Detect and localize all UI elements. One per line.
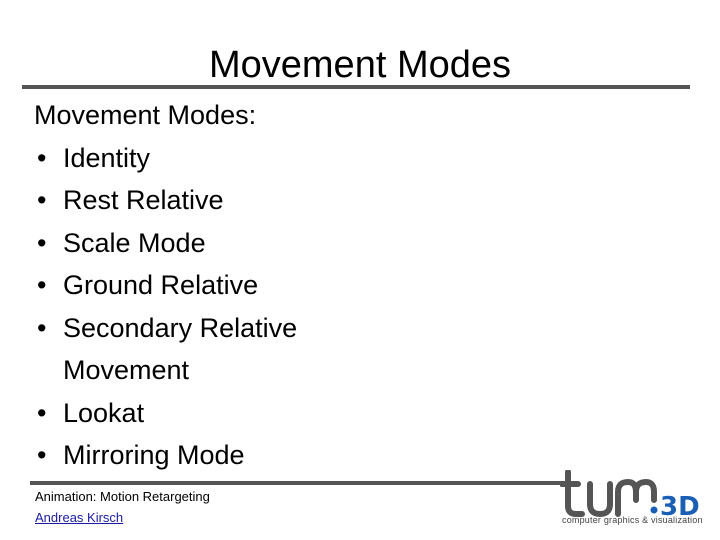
footer-divider [30,481,570,485]
body-heading: Movement Modes: [34,100,257,130]
logo-dot-icon [650,506,658,514]
slide-body: Movement Modes: • Identity • Rest Relative… [34,94,353,477]
footer-course-title: Animation: Motion Retargeting [35,489,210,504]
bullet-icon: • [37,270,47,300]
bullet-icon: • [37,397,47,428]
author-link[interactable]: Andreas Kirsch [35,510,123,525]
bullet-icon: • [37,227,47,258]
tum-wordmark-icon [560,470,657,518]
list-item: • Secondary Relative Movement [34,307,353,392]
list-item: • Rest Relative [34,179,353,222]
bullet-icon: • [37,440,47,470]
list-item: • Identity [34,137,353,180]
list-item: • Lookat [34,392,353,435]
title-divider [22,85,690,89]
list-item: • Ground Relative [34,264,353,307]
logo-tagline: computer graphics & visualization [562,515,703,525]
bullet-list: • Identity • Rest Relative • Scale Mode • Gr… [34,137,353,477]
slide-title: Movement Modes [208,44,511,86]
bullet-icon: • [37,142,47,173]
bullet-icon: • [37,312,47,343]
bullet-icon: • [37,185,47,215]
list-item: • Scale Mode [34,222,353,265]
list-item: • Mirroring Mode [34,434,353,477]
